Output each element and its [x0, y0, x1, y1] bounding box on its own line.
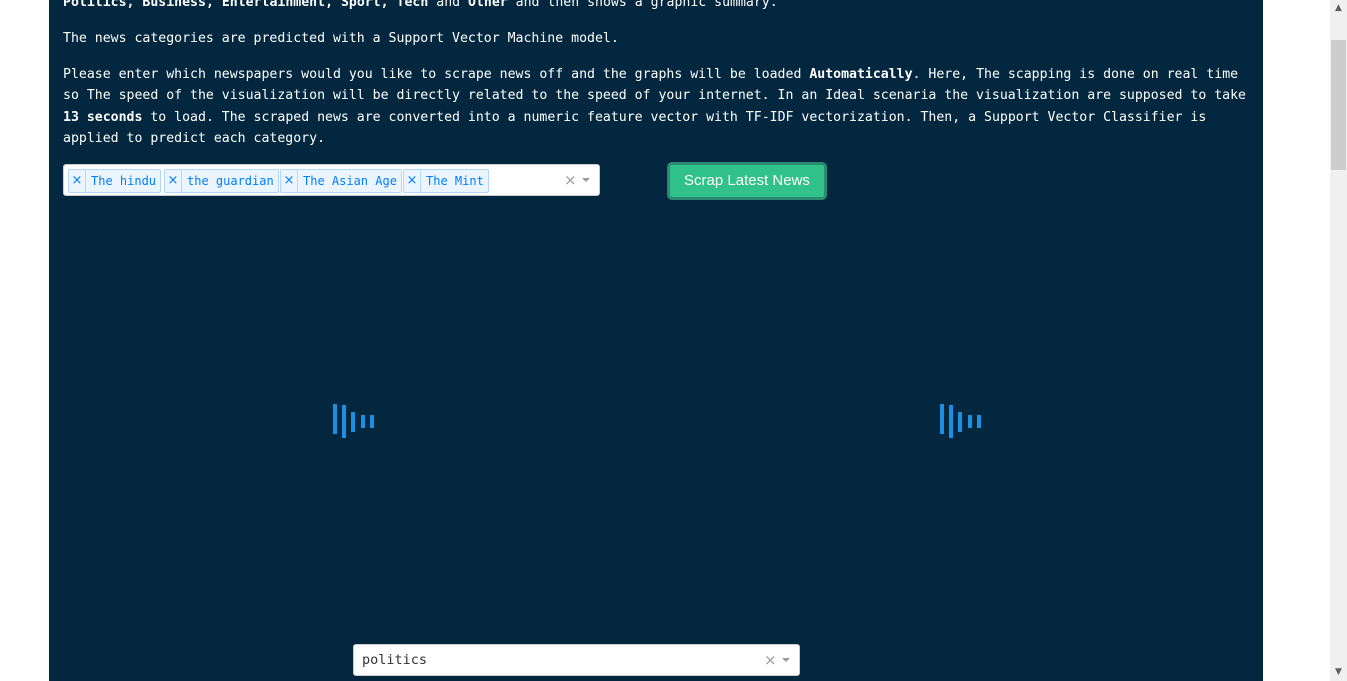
- remove-tag-icon[interactable]: ×: [69, 170, 86, 192]
- intro-line-2: The news categories are predicted with a…: [63, 31, 619, 46]
- category-other: Other: [468, 0, 508, 10]
- tag-the-asian-age: × The Asian Age: [280, 169, 402, 193]
- tag-the-mint: × The Mint: [403, 169, 489, 193]
- loading-bars-icon: [333, 404, 375, 438]
- category-politics: Politics: [63, 0, 127, 10]
- intro-line-1-tail: and then shows a graphic summary.: [507, 0, 778, 10]
- category-select[interactable]: politics ×: [353, 644, 800, 676]
- category-entertainment: Entertainment: [221, 0, 326, 10]
- scrap-latest-news-button[interactable]: Scrap Latest News: [667, 162, 827, 200]
- scroll-thumb[interactable]: [1331, 40, 1346, 170]
- intro-paragraph-3: Please enter which newspapers would you …: [63, 64, 1253, 149]
- category-business: Business: [142, 0, 206, 10]
- scroll-up-icon[interactable]: ▲: [1330, 0, 1347, 17]
- tag-label: The Asian Age: [303, 174, 397, 188]
- loading-bars-icon: [940, 404, 982, 438]
- chevron-down-icon[interactable]: [582, 178, 590, 182]
- tag-label: The hindu: [91, 174, 157, 188]
- tag-the-guardian: × the guardian: [164, 169, 279, 193]
- clear-selection-icon[interactable]: ×: [564, 172, 577, 188]
- intro-text: Please enter which newspapers would you …: [63, 67, 810, 82]
- connector-text: and: [428, 0, 469, 10]
- tag-label: the guardian: [187, 174, 274, 188]
- intro-line-1: Politics, Business, Entertainment, Sport…: [63, 0, 1253, 13]
- scroll-down-icon[interactable]: ▼: [1330, 664, 1347, 681]
- remove-tag-icon[interactable]: ×: [404, 170, 421, 192]
- separator: ,: [126, 0, 143, 10]
- remove-tag-icon[interactable]: ×: [281, 170, 298, 192]
- intro-bold-seconds: 13 seconds: [63, 109, 143, 125]
- clear-category-icon[interactable]: ×: [764, 652, 777, 668]
- newspaper-multi-select[interactable]: × The hindu × the guardian × The Asian A…: [63, 164, 600, 196]
- separator: ,: [325, 0, 341, 10]
- main-panel: Politics, Business, Entertainment, Sport…: [49, 0, 1263, 681]
- page-scrollbar[interactable]: ▲ ▼: [1330, 0, 1347, 681]
- category-sport: Sport: [340, 0, 381, 10]
- separator: ,: [380, 0, 397, 10]
- separator: ,: [205, 0, 222, 10]
- tag-the-hindu: × The hindu: [68, 169, 162, 193]
- selected-category: politics: [362, 652, 428, 668]
- tag-label: The Mint: [426, 174, 484, 188]
- chevron-down-icon[interactable]: [782, 658, 790, 662]
- intro-bold-automatically: Automatically: [809, 67, 913, 82]
- intro-text: to load. The scraped news are converted …: [63, 109, 1207, 146]
- remove-tag-icon[interactable]: ×: [165, 170, 182, 192]
- category-tech: Tech: [396, 0, 429, 10]
